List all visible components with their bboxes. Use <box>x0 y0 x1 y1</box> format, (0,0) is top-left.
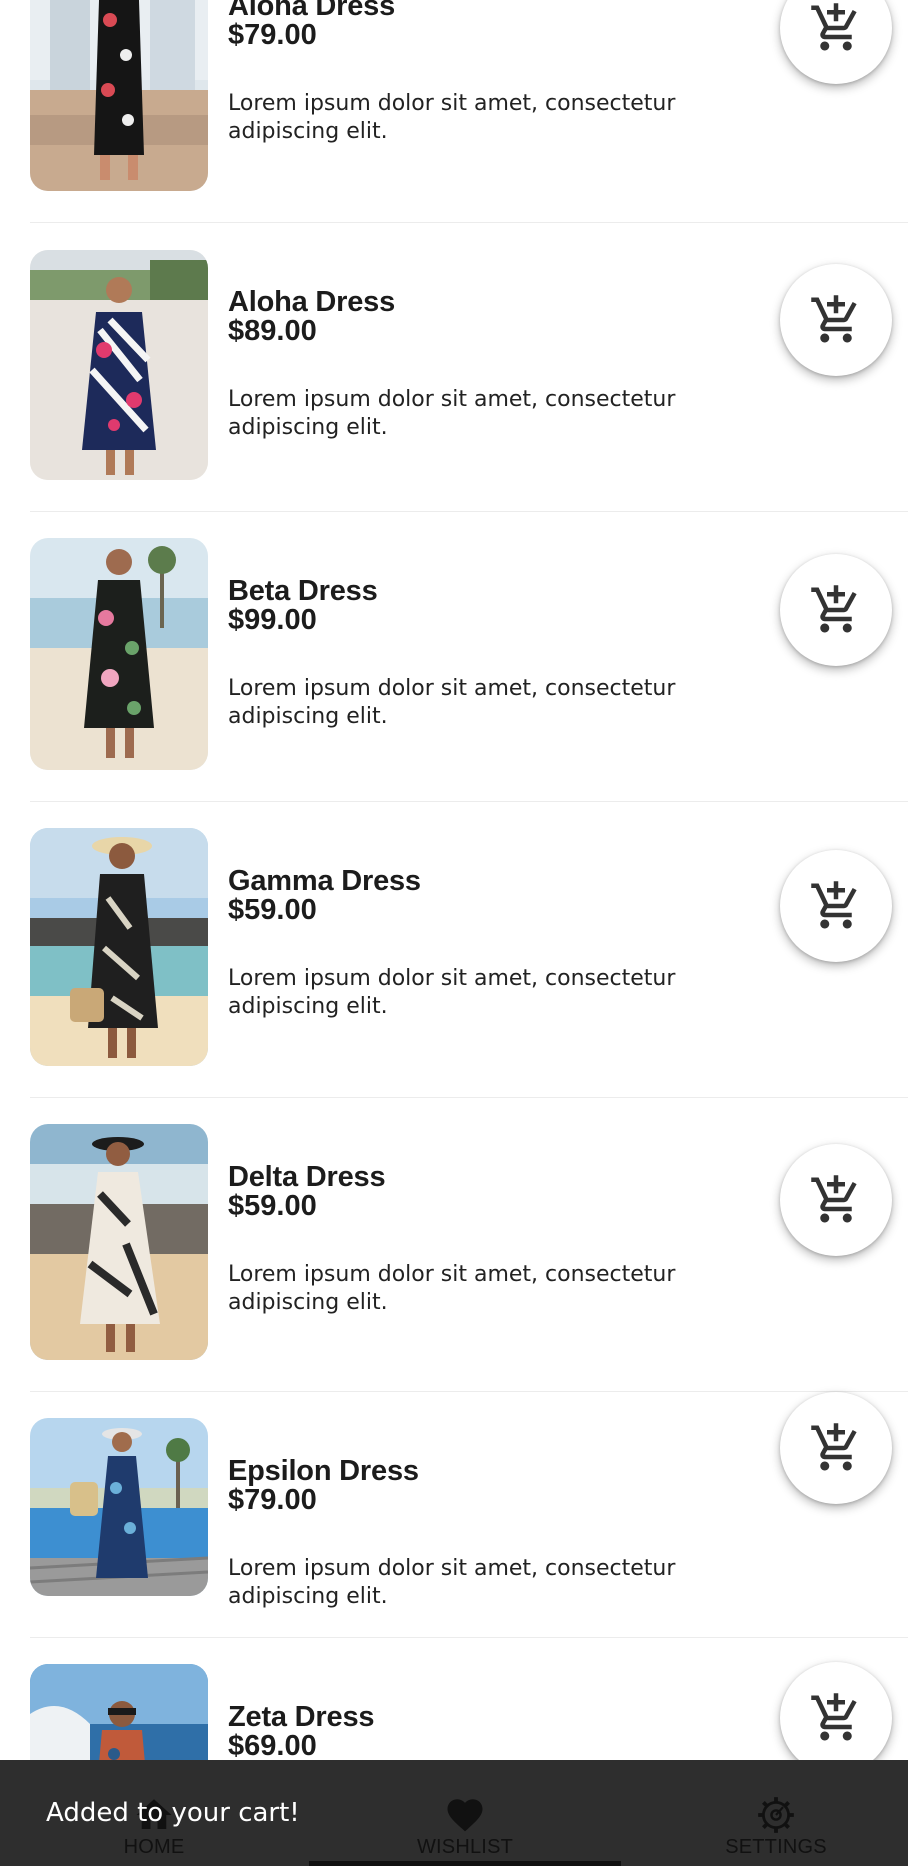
product-image[interactable] <box>30 1418 208 1596</box>
product-image[interactable] <box>30 1124 208 1360</box>
product-description: Lorem ipsum dolor sit amet, consectetur … <box>228 387 676 440</box>
list-item[interactable]: Gamma Dress $59.00 Lorem ipsum dolor sit… <box>30 802 908 1098</box>
add-to-cart-button[interactable] <box>780 1144 892 1256</box>
list-item[interactable]: Aloha Dress $79.00 Lorem ipsum dolor sit… <box>30 0 908 223</box>
product-price: $89.00 <box>228 315 317 347</box>
nav-item-wishlist[interactable]: WISHLIST <box>315 1760 615 1866</box>
product-name: Zeta Dress <box>228 1701 375 1733</box>
product-price: $59.00 <box>228 894 317 926</box>
product-name: Epsilon Dress <box>228 1455 419 1487</box>
add-shopping-cart-icon <box>811 1423 857 1471</box>
add-to-cart-button[interactable] <box>780 554 892 666</box>
product-name: Beta Dress <box>228 575 378 607</box>
add-shopping-cart-icon <box>811 295 857 343</box>
product-description: Lorem ipsum dolor sit amet, consectetur … <box>228 91 676 144</box>
product-name: Aloha Dress <box>228 286 396 318</box>
add-shopping-cart-icon <box>811 881 857 929</box>
add-shopping-cart-icon <box>811 1175 857 1223</box>
product-price: $79.00 <box>228 1484 317 1516</box>
product-image[interactable] <box>30 250 208 480</box>
product-image[interactable] <box>30 0 208 191</box>
product-name: Delta Dress <box>228 1161 386 1193</box>
add-to-cart-button[interactable] <box>780 264 892 376</box>
product-price: $59.00 <box>228 1190 317 1222</box>
product-description: Lorem ipsum dolor sit amet, consectetur … <box>228 966 676 1019</box>
add-to-cart-button[interactable] <box>780 850 892 962</box>
add-to-cart-button[interactable] <box>780 1392 892 1504</box>
add-shopping-cart-icon <box>811 585 857 633</box>
add-to-cart-button[interactable] <box>780 0 892 84</box>
product-list-screen: Aloha Dress $79.00 Lorem ipsum dolor sit… <box>0 0 908 1866</box>
list-item[interactable]: Beta Dress $99.00 Lorem ipsum dolor sit … <box>30 512 908 802</box>
product-price: $79.00 <box>228 19 317 51</box>
product-description: Lorem ipsum dolor sit amet, consectetur … <box>228 676 676 729</box>
product-price: $69.00 <box>228 1730 317 1762</box>
product-image[interactable] <box>30 538 208 770</box>
nav-item-label: SETTINGS <box>725 1836 827 1858</box>
list-item[interactable]: Delta Dress $59.00 Lorem ipsum dolor sit… <box>30 1098 908 1392</box>
product-description: Lorem ipsum dolor sit amet, consectetur … <box>228 1556 676 1609</box>
selected-tab-indicator <box>309 1861 621 1866</box>
product-name: Aloha Dress <box>228 0 396 22</box>
gear-icon <box>758 1797 794 1833</box>
product-image[interactable] <box>30 828 208 1066</box>
heart-icon <box>447 1799 483 1832</box>
product-description: Lorem ipsum dolor sit amet, consectetur … <box>228 1262 676 1315</box>
product-price: $99.00 <box>228 604 317 636</box>
nav-item-label: HOME <box>123 1836 185 1858</box>
snackbar-message: Added to your cart! <box>46 1798 300 1828</box>
list-item[interactable]: Epsilon Dress $79.00 Lorem ipsum dolor s… <box>30 1392 908 1638</box>
product-name: Gamma Dress <box>228 865 421 897</box>
add-shopping-cart-icon <box>811 3 857 51</box>
add-to-cart-button[interactable] <box>780 1662 892 1774</box>
nav-item-settings[interactable]: SETTINGS <box>626 1760 908 1866</box>
nav-item-label: WISHLIST <box>416 1836 514 1858</box>
list-item[interactable]: Aloha Dress $89.00 Lorem ipsum dolor sit… <box>30 223 908 512</box>
add-shopping-cart-icon <box>811 1693 857 1741</box>
